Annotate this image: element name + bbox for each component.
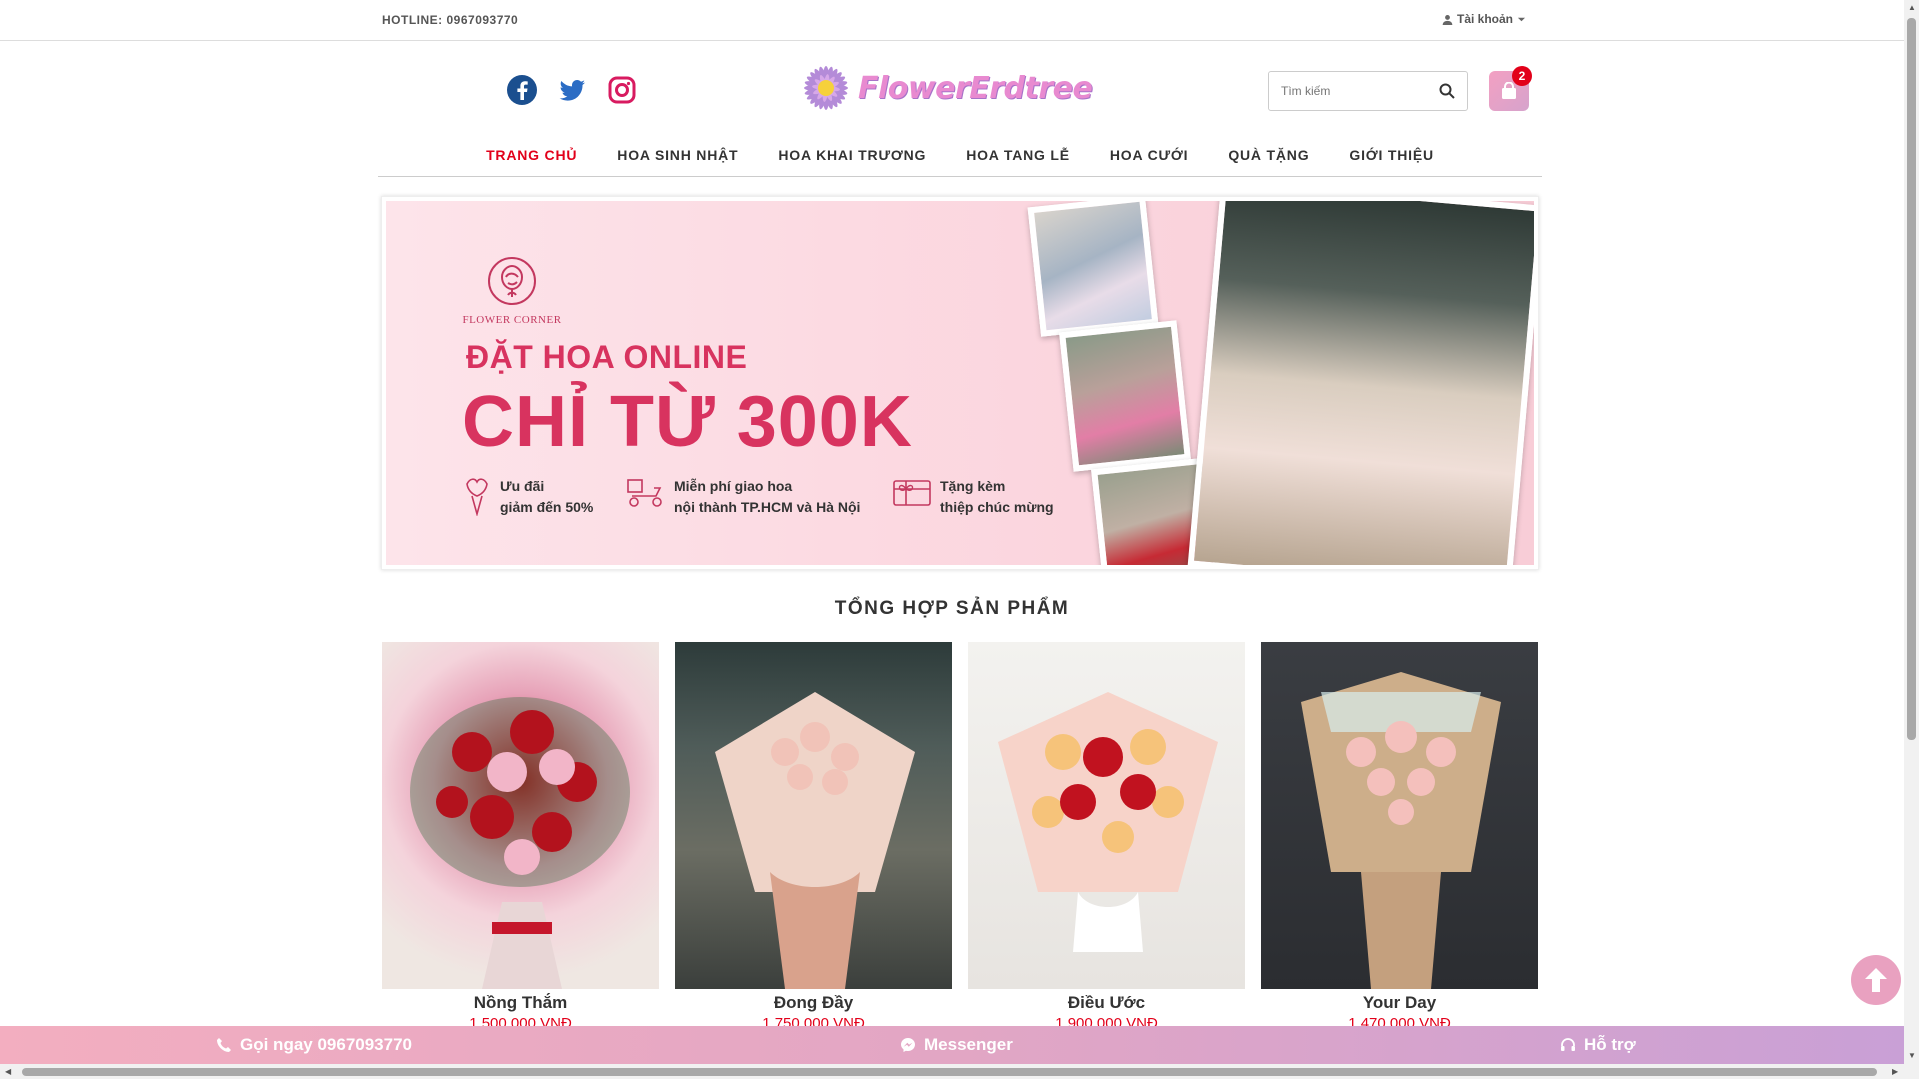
arrow-up-icon	[1865, 968, 1887, 992]
banner-brand-name: FLOWER CORNER	[462, 314, 562, 326]
hero-banner[interactable]: FLOWER CORNER ĐẶT HOA ONLINE CHỈ TỪ 300K…	[381, 196, 1539, 570]
product-image[interactable]	[675, 642, 952, 989]
product-image[interactable]	[968, 642, 1245, 989]
banner-price-headline: CHỈ TỪ 300K	[462, 382, 913, 462]
caret-down-icon	[1517, 17, 1526, 21]
cart-count-badge: 2	[1512, 66, 1532, 86]
rose-logo-icon	[488, 257, 536, 305]
scroll-right-arrow-icon[interactable]: ▶	[1892, 1067, 1898, 1076]
messenger-label: Messenger	[924, 1035, 1013, 1054]
phone-icon	[217, 1038, 231, 1052]
top-bar: HOTLINE: 0967093770 Tài khoản	[0, 0, 1904, 41]
account-menu[interactable]: Tài khoản	[1442, 12, 1526, 26]
perk-discount-line1: Ưu đãi	[500, 478, 545, 494]
product-image[interactable]	[382, 642, 659, 989]
logo-text: FlowerErdtree	[858, 70, 1093, 106]
facebook-icon[interactable]	[506, 74, 538, 106]
back-to-top-button[interactable]	[1851, 955, 1901, 1005]
product-name[interactable]: Điều Ước	[968, 993, 1245, 1013]
twitter-icon[interactable]	[556, 74, 588, 106]
horizontal-scrollbar-thumb[interactable]	[22, 1068, 1877, 1076]
messenger-icon	[901, 1038, 915, 1052]
nav-item-funeral-flowers[interactable]: HOA TANG LỄ	[946, 143, 1090, 176]
nav-item-about[interactable]: GIỚI THIỆU	[1329, 143, 1454, 176]
bouquet-illustration	[998, 692, 1218, 952]
support-label: Hỗ trợ	[1584, 1035, 1636, 1054]
nav-item-wedding-flowers[interactable]: HOA CƯỚI	[1090, 143, 1208, 176]
banner-photo-small-1	[1027, 201, 1159, 337]
instagram-icon[interactable]	[606, 74, 638, 106]
support-button[interactable]: Hỗ trợ	[1560, 1035, 1636, 1055]
section-title: TỔNG HỢP SẢN PHẨM	[834, 598, 1070, 619]
product-name[interactable]: Đong Đầy	[675, 993, 952, 1013]
perk-free-delivery: Miễn phí giao hoa nội thành TP.HCM và Hà…	[626, 476, 860, 518]
call-now-button[interactable]: Gọi ngay 0967093770	[216, 1035, 412, 1055]
product-image[interactable]	[1261, 642, 1538, 989]
headset-icon	[1561, 1038, 1575, 1051]
scroll-left-arrow-icon[interactable]: ◀	[5, 1067, 11, 1076]
product-card[interactable]: Nồng Thắm 1.500.000 VNĐ	[382, 642, 659, 1032]
perk-delivery-line2: nội thành TP.HCM và Hà Nội	[674, 499, 861, 515]
messenger-button[interactable]: Messenger	[900, 1035, 1013, 1055]
nav-item-opening-flowers[interactable]: HOA KHAI TRƯƠNG	[758, 143, 946, 176]
product-grid: Nồng Thắm 1.500.000 VNĐ Đong Đầy 1.750.0…	[382, 642, 1540, 1032]
page: HOTLINE: 0967093770 Tài khoản FlowerErdt…	[0, 0, 1904, 1064]
product-name[interactable]: Your Day	[1261, 993, 1538, 1013]
search-icon[interactable]	[1429, 73, 1465, 109]
account-label: Tài khoản	[1457, 12, 1514, 26]
social-links	[506, 74, 638, 106]
vertical-scrollbar[interactable]: ▲ ▼	[1904, 0, 1919, 1064]
bouquet-icon	[466, 478, 488, 516]
hotline-text: HOTLINE: 0967093770	[382, 13, 519, 27]
search-input[interactable]	[1269, 73, 1429, 109]
main-nav: TRANG CHỦ HOA SINH NHẬT HOA KHAI TRƯƠNG …	[378, 143, 1542, 177]
banner-photo-large	[1187, 201, 1534, 565]
delivery-scooter-icon	[627, 479, 662, 507]
perk-discount: Ưu đãi giảm đến 50%	[462, 476, 593, 518]
product-name[interactable]: Nồng Thắm	[382, 993, 659, 1013]
gift-card-icon	[893, 480, 931, 506]
scroll-down-arrow-icon[interactable]: ▼	[1908, 1051, 1916, 1060]
bottom-action-bar: Gọi ngay 0967093770 Messenger Hỗ trợ	[0, 1026, 1904, 1064]
perk-discount-line2: giảm đến 50%	[500, 499, 594, 515]
bouquet-illustration	[715, 692, 915, 989]
horizontal-scrollbar[interactable]: ◀ ▶	[0, 1064, 1919, 1079]
nav-item-gifts[interactable]: QUÀ TẶNG	[1208, 143, 1329, 176]
nav-item-birthday-flowers[interactable]: HOA SINH NHẬT	[597, 143, 758, 176]
bouquet-illustration	[1301, 672, 1501, 989]
shopping-bag-icon	[1502, 82, 1516, 99]
nav-item-home[interactable]: TRANG CHỦ	[466, 143, 597, 176]
banner-brand: FLOWER CORNER	[462, 255, 562, 326]
perk-delivery-line1: Miễn phí giao hoa	[674, 478, 793, 494]
scroll-up-arrow-icon[interactable]: ▲	[1908, 3, 1916, 12]
user-icon	[1442, 14, 1453, 25]
bouquet-illustration	[410, 697, 630, 989]
perk-card-line1: Tặng kèm	[940, 478, 1006, 494]
product-card[interactable]: Đong Đầy 1.750.000 VNĐ	[675, 642, 952, 1032]
product-card[interactable]: Điều Ước 1.900.000 VNĐ	[968, 642, 1245, 1032]
banner-content: FLOWER CORNER ĐẶT HOA ONLINE CHỈ TỪ 300K…	[386, 201, 1534, 565]
vertical-scrollbar-thumb[interactable]	[1907, 18, 1916, 740]
perk-greeting-card: Tặng kèm thiệp chúc mừng	[892, 476, 1054, 518]
product-card[interactable]: Your Day 1.470.000 VNĐ	[1261, 642, 1538, 1032]
site-logo[interactable]: FlowerErdtree	[800, 62, 1093, 114]
call-now-label: Gọi ngay 0967093770	[240, 1035, 413, 1054]
perk-card-line2: thiệp chúc mừng	[940, 499, 1054, 515]
banner-photo-small-2	[1059, 320, 1191, 472]
flower-logo-icon	[804, 66, 848, 110]
search-box	[1268, 71, 1468, 111]
banner-headline: ĐẶT HOA ONLINE	[466, 339, 748, 375]
